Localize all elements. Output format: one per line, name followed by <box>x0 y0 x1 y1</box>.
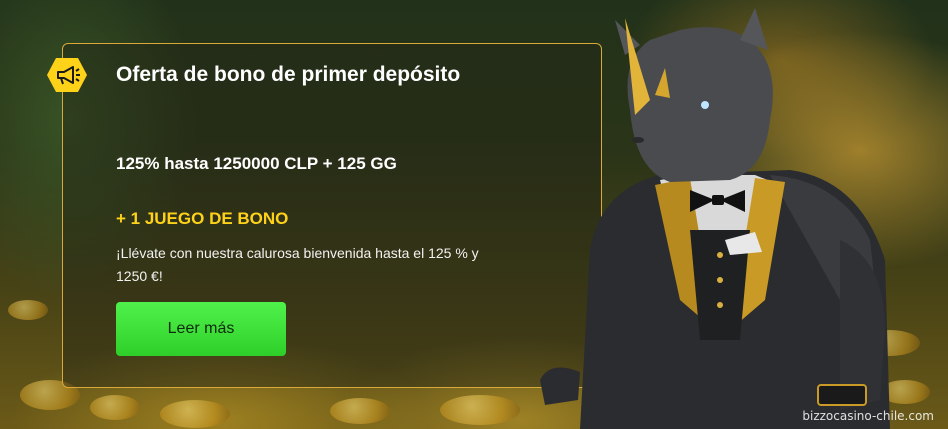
read-more-button[interactable]: Leer más <box>116 302 286 356</box>
gold-coin <box>8 300 48 320</box>
offer-amount: 125% hasta 1250000 CLP + 125 GG <box>116 154 397 173</box>
watermark-text: bizzocasino-chile.com <box>802 409 934 423</box>
gold-coin <box>440 395 520 425</box>
megaphone-icon <box>47 58 87 92</box>
offer-title: Oferta de bono de primer depósito <box>116 63 461 86</box>
rhino-tuxedo-illustration <box>540 8 890 429</box>
gold-coin <box>90 395 140 420</box>
offer-description: ¡Llévate con nuestra calurosa bienvenida… <box>116 245 479 284</box>
gold-coin <box>160 400 230 428</box>
gold-coin <box>330 398 390 424</box>
bonus-game-label: + 1 JUEGO DE BONO <box>116 209 289 228</box>
